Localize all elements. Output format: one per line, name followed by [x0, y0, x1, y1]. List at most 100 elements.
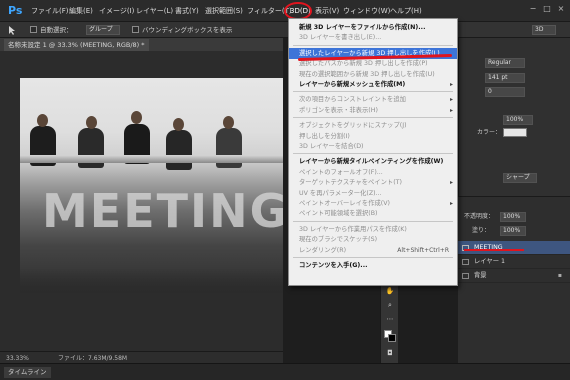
antialias-select[interactable]: シャープ — [503, 173, 537, 183]
menu-item-3d[interactable]: オブジェクトをグリッドにスナップ(J) — [289, 120, 457, 131]
layer-row-background[interactable]: 背景 ▪ — [458, 269, 570, 283]
menu-item-label: 現在のブラシでスケッチ(S) — [299, 236, 378, 244]
auto-select-label: 自動選択： — [40, 26, 73, 34]
menu-item-label: ペイントのフォールオフ(F)... — [299, 168, 383, 176]
submenu-arrow-icon: ▸ — [449, 96, 453, 104]
menu-item-label: 押し出しを分割(I) — [299, 132, 350, 140]
menu-item-3d[interactable]: 3D レイヤーを結合(D) — [289, 141, 457, 152]
maximize-icon[interactable]: □ — [542, 4, 552, 14]
menu-image[interactable]: イメージ(I) — [99, 5, 134, 17]
opacity-field[interactable]: 100% — [500, 212, 526, 222]
menu-separator — [293, 44, 453, 46]
menu-item-3d[interactable]: 新規 3D レイヤーをファイルから作成(N)... — [289, 22, 457, 33]
layers-panel: 不透明度： 100% 塗り： 100% MEETING レイヤー 1 背景 ▪ — [458, 196, 570, 363]
menu-item-label: 3D レイヤーを結合(D) — [299, 143, 364, 150]
menu-window[interactable]: ウィンドウ(W) — [343, 5, 390, 17]
font-size-field[interactable]: 141 pt — [485, 73, 525, 83]
menu-view[interactable]: 表示(V) — [315, 5, 339, 17]
auto-select-checkbox[interactable] — [30, 26, 37, 33]
document-canvas-photo[interactable]: MEETING — [20, 78, 283, 293]
background-color-swatch[interactable] — [388, 334, 396, 342]
submenu-arrow-icon: ▸ — [449, 179, 453, 187]
submenu-arrow-icon: ▸ — [449, 81, 453, 88]
menu-item-label: レイヤーから新規メッシュを作成(M) — [299, 81, 406, 88]
person-head — [37, 114, 48, 127]
menu-bar: Ps ファイル(F) 編集(E) イメージ(I) レイヤー(L) 書式(Y) 選… — [0, 0, 570, 22]
canvas-fade — [20, 268, 283, 293]
menu-item-label: 次の項目からコンストレイントを追加 — [299, 96, 406, 104]
menu-item-3d[interactable]: レンダリング(R) Alt+Shift+Ctrl+R — [289, 245, 457, 256]
hand-tool-icon[interactable]: ✋ — [384, 286, 396, 296]
menu-item-label: 新規 3D レイヤーをファイルから作成(N)... — [299, 24, 426, 31]
menu-item-3d[interactable]: ポリゴンを表示・非表示(H) ▸ — [289, 105, 457, 116]
person-head — [223, 116, 234, 129]
font-style-select[interactable]: Regular — [485, 58, 525, 68]
tools-strip: ✋ ⌕ ⋯ ◘ — [380, 280, 398, 363]
menu-item-3d[interactable]: ペイントオーバーレイを作成(V) ▸ — [289, 198, 457, 209]
color-label: カラー： — [477, 129, 502, 136]
menu-item-3d[interactable]: ペイント可能領域を選択(B) — [289, 208, 457, 219]
document-tab-bar: 名称未設定 1 @ 33.3% (MEETING, RGB/8) * — [0, 38, 283, 51]
menu-item-label: 3D レイヤーを書き出し(E)... — [299, 34, 382, 42]
menu-item-3d[interactable]: 3D レイヤーから作業用パスを作成(K) — [289, 224, 457, 235]
layer-name: 背景 — [474, 272, 487, 279]
menu-select[interactable]: 選択範囲(S) — [205, 5, 243, 17]
menu-item-label: コンテンツを入手(G)... — [299, 262, 368, 269]
menu-item-label: UV を再パラメーター化(Z)... — [299, 189, 382, 197]
layer-row-meeting[interactable]: MEETING — [458, 241, 570, 255]
menu-item-3d[interactable]: 現在の選択範囲から新規 3D 押し出しを作成(U) — [289, 69, 457, 80]
close-icon[interactable]: × — [556, 4, 566, 14]
menu-item-3d[interactable]: 押し出しを分割(I) — [289, 131, 457, 142]
text-color-swatch[interactable] — [503, 128, 527, 137]
opacity-label: 不透明度： — [464, 213, 495, 220]
zoom-tool-icon[interactable]: ⌕ — [384, 300, 396, 310]
file-size-info: ファイル：7.63M/9.58M — [58, 355, 128, 362]
tracking-field[interactable]: 0 — [485, 87, 525, 97]
table-surface — [20, 155, 283, 163]
annotation-red-underline — [464, 249, 524, 251]
3d-mode-button[interactable]: 3D — [532, 25, 556, 35]
menu-item-3d[interactable]: 次の項目からコンストレイントを追加 ▸ — [289, 94, 457, 105]
menu-item-label: オブジェクトをグリッドにスナップ(J) — [299, 122, 407, 130]
document-tab[interactable]: 名称未設定 1 @ 33.3% (MEETING, RGB/8) * — [4, 39, 149, 51]
submenu-arrow-icon: ▸ — [449, 200, 453, 207]
submenu-arrow-icon: ▸ — [449, 106, 453, 114]
menu-item-3d[interactable]: 現在のブラシでスケッチ(S) — [289, 234, 457, 245]
menu-item-3d[interactable]: ペイントのフォールオフ(F)... — [289, 167, 457, 178]
menu-type[interactable]: 書式(Y) — [175, 5, 199, 17]
minimize-icon[interactable]: − — [528, 4, 538, 14]
menu-item-label: ペイント可能領域を選択(B) — [299, 210, 378, 218]
meeting-text-layer[interactable]: MEETING — [42, 186, 283, 236]
menu-separator — [293, 117, 453, 119]
visibility-eye-icon[interactable] — [462, 273, 469, 279]
person-figure — [166, 130, 192, 170]
menu-item-3d[interactable]: ターゲットテクスチャをペイント(T) ▸ — [289, 177, 457, 188]
move-tool-icon[interactable] — [6, 25, 20, 35]
menu-item-label: 現在の選択範囲から新規 3D 押し出しを作成(U) — [299, 70, 435, 78]
menu-item-3d[interactable]: レイヤーから新規メッシュを作成(M) ▸ — [289, 79, 457, 90]
menu-item-3d[interactable]: コンテンツを入手(G)... — [289, 260, 457, 271]
menu-item-3d[interactable]: UV を再パラメーター化(Z)... — [289, 188, 457, 199]
menu-item-3d[interactable]: レイヤーから新規タイルペインティングを作成(W) — [289, 156, 457, 167]
menu-file[interactable]: ファイル(F) — [31, 5, 69, 17]
menu-separator — [293, 153, 453, 155]
fill-field[interactable]: 100% — [500, 226, 526, 236]
layer-row-layer1[interactable]: レイヤー 1 — [458, 255, 570, 269]
scale-field[interactable]: 100% — [503, 115, 533, 125]
timeline-tab[interactable]: タイムライン — [4, 367, 51, 378]
menu-item-3d[interactable]: 3D レイヤーを書き出し(E)... — [289, 32, 457, 43]
zoom-level[interactable]: 33.33% — [6, 354, 29, 363]
layer-name: MEETING — [474, 244, 503, 251]
visibility-eye-icon[interactable] — [462, 259, 469, 265]
menu-help[interactable]: ヘルプ(H) — [390, 5, 422, 17]
bounding-box-checkbox[interactable] — [132, 26, 139, 33]
person-head — [173, 118, 184, 131]
quick-mask-icon[interactable]: ◘ — [384, 348, 396, 358]
auto-select-dropdown[interactable]: グループ — [86, 25, 120, 35]
more-tools-icon[interactable]: ⋯ — [384, 314, 396, 324]
layer-name: レイヤー 1 — [474, 258, 506, 265]
menu-edit[interactable]: 編集(E) — [69, 5, 93, 17]
menu-layer[interactable]: レイヤー(L) — [136, 5, 173, 17]
photoshop-logo: Ps — [8, 4, 23, 17]
menu-item-label: 3D レイヤーから作業用パスを作成(K) — [299, 225, 407, 233]
